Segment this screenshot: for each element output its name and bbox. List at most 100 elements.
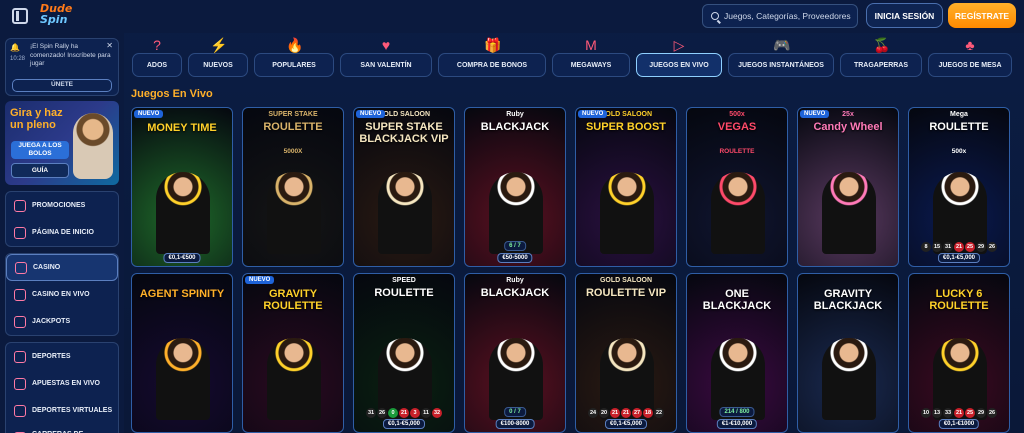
game-card[interactable]: GOLD SALOON ROULETTE VIP 24 20 21 21 27 18 22 €0,… xyxy=(575,273,677,433)
roulette-number: 26 xyxy=(987,242,997,252)
game-card[interactable]: Ruby BLACKJACK 0 / 7 €100-8000 xyxy=(464,273,566,433)
category-tab-0[interactable]: ADOS xyxy=(132,53,182,77)
game-title: BLACKJACK xyxy=(480,121,550,133)
promo-banner[interactable]: Gira y haz un pleno JUEGA A LOS BOLOS GU… xyxy=(5,101,119,185)
sidebar-toggle-icon[interactable] xyxy=(12,8,28,24)
category-tab-3[interactable]: SAN VALENTÍN xyxy=(340,53,432,77)
roulette-number: 25 xyxy=(965,408,975,418)
close-icon[interactable]: ✕ xyxy=(106,41,113,51)
category-icon: ♥ xyxy=(381,37,391,53)
category-tab-4[interactable]: COMPRA DE BONOS xyxy=(438,53,546,77)
category-tab-6[interactable]: JUEGOS EN VIVO xyxy=(636,53,722,77)
game-card[interactable]: LUCKY 6 ROULETTE 10 13 33 21 25 29 26 €0,1-€1000 xyxy=(908,273,1010,433)
sidebar-item-promociones[interactable]: PROMOCIONES xyxy=(6,192,118,219)
game-card[interactable]: SUPER STAKE ROULETTE 5000X xyxy=(242,107,344,267)
game-title: GRAVITY BLACKJACK xyxy=(813,288,883,312)
sidebar-item-casino-en-vivo[interactable]: CASINO EN VIVO xyxy=(6,281,118,308)
category-tab-9[interactable]: JUEGOS DE MESA xyxy=(928,53,1012,77)
bet-limit: €0,1-€500 xyxy=(163,253,201,263)
category-tab-5[interactable]: MEGAWAYS xyxy=(552,53,630,77)
register-button[interactable]: REGÍSTRATE xyxy=(948,3,1016,28)
category-label: JUEGOS EN VIVO xyxy=(649,61,709,69)
roulette-number: 20 xyxy=(599,408,609,418)
sidebar-item-deportes-virtuales[interactable]: DEPORTES VIRTUALES xyxy=(6,397,118,424)
roulette-number: 29 xyxy=(976,242,986,252)
game-card[interactable]: ONE BLACKJACK 214 / 800 €1-€10,000 xyxy=(686,273,788,433)
game-card[interactable]: SPEED ROULETTE 31 26 0 21 3 11 32 €0,1-€5,000 xyxy=(353,273,455,433)
notification-card: 🔔 10:28 ✕ ¡El Spin Rally ha comenzado! I… xyxy=(5,38,119,96)
roulette-history: 24 20 21 21 27 18 22 xyxy=(578,408,674,418)
game-title: ONE BLACKJACK xyxy=(702,288,772,312)
category-label: TRAGAPERRAS xyxy=(853,61,909,69)
game-subtitle: SUPER STAKE xyxy=(268,111,318,118)
category-bar: ADOS? NUEVOS ⚡ POPULARES 🔥 SAN VALENTÍN ♥ COMPR… xyxy=(132,35,1024,83)
game-card[interactable]: GRAVITY ROULETTE NUEVO xyxy=(242,273,344,433)
sidebar: 🔔 10:28 ✕ ¡El Spin Rally ha comenzado! I… xyxy=(0,33,124,433)
game-card[interactable]: MONEY TIME NUEVO €0,1-€500 xyxy=(131,107,233,267)
game-card[interactable]: GOLD SALOON SUPER STAKE BLACKJACK VIP NUEV… xyxy=(353,107,455,267)
dealer-image xyxy=(711,172,765,254)
roulette-number: 11 xyxy=(421,408,431,418)
category-label: POPULARES xyxy=(272,61,316,69)
dealer-image xyxy=(600,172,654,254)
category-tab-8[interactable]: TRAGAPERRAS xyxy=(840,53,922,77)
join-button[interactable]: ÚNETE xyxy=(12,79,112,92)
nav-icon xyxy=(14,226,26,239)
category-tab-1[interactable]: NUEVOS xyxy=(188,53,248,77)
nav-icon xyxy=(14,377,26,390)
roulette-number: 22 xyxy=(654,408,664,418)
sidebar-item-casino[interactable]: CASINO xyxy=(6,254,118,281)
new-badge: NUEVO xyxy=(245,276,275,284)
game-card[interactable]: 25x Candy Wheel NUEVO xyxy=(797,107,899,267)
roulette-number: 25 xyxy=(965,242,975,252)
sidebar-item-apuestas-en-vivo[interactable]: APUESTAS EN VIVO xyxy=(6,370,118,397)
roulette-number: 3 xyxy=(410,408,420,418)
logo[interactable]: Dude Spin xyxy=(40,3,72,29)
new-badge: NUEVO xyxy=(800,110,830,118)
guide-button[interactable]: GUÍA xyxy=(11,163,69,178)
roulette-number: 24 xyxy=(588,408,598,418)
sidebar-item-jackpots[interactable]: JACKPOTS xyxy=(6,308,118,335)
roulette-number: 15 xyxy=(932,242,942,252)
search-placeholder: Juegos, Categorías, Proveedores xyxy=(724,11,851,21)
games-grid: MONEY TIME NUEVO €0,1-€500 SUPER STAKE ROULE… xyxy=(131,107,1024,433)
search-icon xyxy=(711,12,719,20)
sidebar-item-label: DEPORTES VIRTUALES xyxy=(32,407,113,414)
nav-group-casino: CASINO CASINO EN VIVO JACKPOTS xyxy=(5,253,119,336)
game-subtitle: Ruby xyxy=(506,111,524,118)
roulette-number: 21 xyxy=(954,408,964,418)
game-title: LUCKY 6 ROULETTE xyxy=(929,288,989,312)
promo-character-image xyxy=(73,113,113,179)
sidebar-item-label: JACKPOTS xyxy=(32,318,71,325)
sidebar-item-deportes[interactable]: DEPORTES xyxy=(6,343,118,370)
dealer-image xyxy=(378,172,432,254)
roulette-number: 18 xyxy=(643,408,653,418)
game-subtitle: SPEED xyxy=(392,277,416,284)
roulette-number: 33 xyxy=(943,408,953,418)
sidebar-item-carreras-de-caballos[interactable]: CARRERAS DE CABALLOS xyxy=(6,424,118,433)
dealer-image xyxy=(267,172,321,254)
game-card[interactable]: GRAVITY BLACKJACK xyxy=(797,273,899,433)
roulette-number: 21 xyxy=(621,408,631,418)
bet-limit: €0,1-€1000 xyxy=(938,419,980,429)
roulette-history: 10 13 33 21 25 29 26 xyxy=(911,408,1007,418)
game-title: BLACKJACK xyxy=(480,287,550,299)
category-tab-2[interactable]: POPULARES xyxy=(254,53,334,77)
game-card[interactable]: 500x VEGAS ROULETTE xyxy=(686,107,788,267)
category-tab-7[interactable]: JUEGOS INSTANTÁNEOS xyxy=(728,53,834,77)
game-card[interactable]: GOLD SALOON SUPER BOOST NUEVO xyxy=(575,107,677,267)
game-title: SUPER STAKE BLACKJACK VIP xyxy=(359,121,449,145)
category-label: JUEGOS DE MESA xyxy=(938,61,1002,69)
category-label: COMPRA DE BONOS xyxy=(456,61,528,69)
game-card[interactable]: Ruby BLACKJACK 6 / 7 €50-5000 xyxy=(464,107,566,267)
game-card[interactable]: Mega ROULETTE 500x 8 15 31 21 25 29 26 €0,1-€5,000 xyxy=(908,107,1010,267)
nav-group-sports: DEPORTES APUESTAS EN VIVO DEPORTES VIRTUAL… xyxy=(5,342,119,433)
category-icon: ▷ xyxy=(673,37,685,53)
sidebar-item-p-gina-de-inicio[interactable]: PÁGINA DE INICIO xyxy=(6,219,118,246)
login-button[interactable]: INICIA SESIÓN xyxy=(866,3,943,28)
search-input[interactable]: Juegos, Categorías, Proveedores xyxy=(702,4,858,28)
play-bowling-button[interactable]: JUEGA A LOS BOLOS xyxy=(11,141,69,159)
game-title: SUPER BOOST xyxy=(585,121,667,133)
game-card[interactable]: AGENT SPINITY xyxy=(131,273,233,433)
sidebar-item-label: DEPORTES xyxy=(32,353,71,360)
